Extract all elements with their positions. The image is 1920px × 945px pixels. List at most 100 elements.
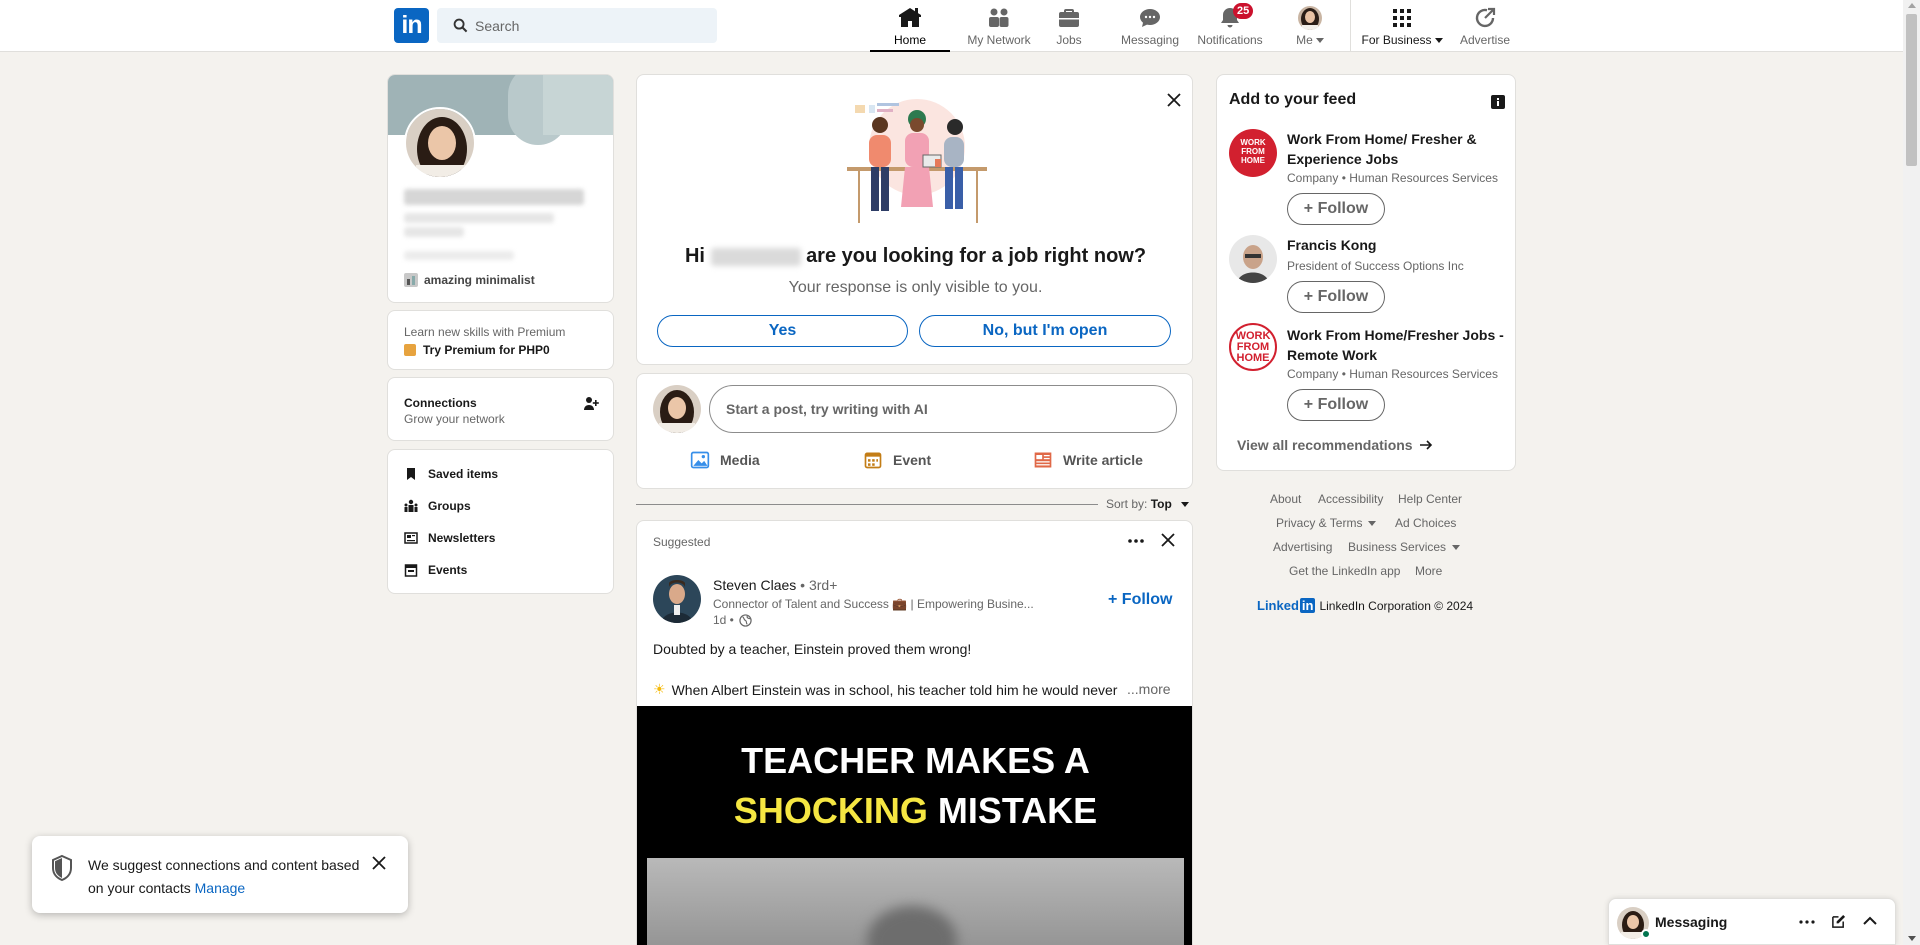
video-caption-highlight: SHOCKING [733,790,928,831]
sort-by-dropdown[interactable]: Sort by: Top [1106,497,1190,511]
linkedin-logo[interactable]: in [394,8,429,43]
author-photo [653,575,701,623]
add-person-icon[interactable] [583,396,599,412]
footer-copyright: Linked in LinkedIn Corporation © 2024 [1257,598,1473,613]
newsletters-link[interactable]: Newsletters [404,531,495,545]
follow-button[interactable]: + Follow [1287,281,1385,313]
francis-kong-avatar[interactable] [1229,235,1277,283]
footer-help-center-link[interactable]: Help Center [1398,492,1462,506]
nav-divider [1350,0,1351,52]
view-all-recommendations-link[interactable]: View all recommendations [1237,437,1433,453]
home-icon [899,8,921,27]
scrollbar-thumb[interactable] [1906,14,1917,166]
vertical-scrollbar[interactable] [1903,0,1920,945]
nav-me[interactable]: Me [1286,0,1334,52]
top-nav-bar: in Home My Network Jobs Messaging 25 Not… [0,0,1903,52]
scroll-down-arrow[interactable] [1908,936,1916,941]
try-premium-link[interactable]: Try Premium for PHP0 [404,343,550,357]
globe-icon [739,613,752,627]
notifications-badge: 25 [1233,3,1254,19]
linkedin-wordmark: Linked in [1257,598,1316,613]
premium-promo-text: Learn new skills with Premium [404,325,566,339]
footer-get-app-link[interactable]: Get the LinkedIn app [1289,564,1400,578]
compose-icon[interactable] [1831,914,1846,929]
see-more-link[interactable]: ...more [1127,681,1171,697]
footer-accessibility-link[interactable]: Accessibility [1318,492,1383,506]
start-post-button[interactable]: Start a post, try writing with AI [709,385,1177,433]
footer-advertising-link[interactable]: Advertising [1273,540,1332,554]
write-article-label: Write article [1063,452,1143,468]
premium-icon [404,344,416,356]
nav-advertise-label: Advertise [1459,33,1511,47]
premium-card[interactable]: Learn new skills with Premium Try Premiu… [387,310,614,370]
francis-kong-photo [1229,235,1277,283]
profile-name-blurred [404,189,584,205]
banner-shape [543,75,613,135]
nav-my-network[interactable]: My Network [955,0,1043,52]
composer-avatar[interactable] [653,385,701,433]
post-video[interactable]: TEACHER MAKES A SHOCKING MISTAKE [637,706,1192,945]
author-name[interactable]: Steven Claes [713,577,796,593]
follow-label: Follow [1317,396,1369,413]
footer-business-services-link[interactable]: Business Services [1348,540,1461,554]
follow-label: Follow [1317,288,1369,305]
post-text-line2-content: When Albert Einstein was in school, his … [671,681,1118,698]
footer-privacy-terms-link[interactable]: Privacy & Terms [1276,516,1377,530]
chevron-up-icon[interactable] [1863,916,1877,926]
job-seeking-prompt-card: Hi are you looking for a job right now? … [636,74,1193,365]
nav-advertise[interactable]: Advertise [1455,0,1515,52]
nav-for-business-text: For Business [1361,33,1432,47]
messaging-dock[interactable]: Messaging [1608,898,1896,945]
media-button[interactable]: Media [690,444,760,476]
write-article-button[interactable]: Write article [1033,444,1143,476]
more-options-icon[interactable] [1799,919,1815,925]
author-avatar[interactable] [653,575,701,623]
follow-author-button[interactable]: + Follow [1108,591,1172,609]
company-logo-wfh[interactable]: WORK FROM HOME [1229,129,1277,177]
follow-button[interactable]: + Follow [1287,193,1385,225]
follow-button[interactable]: + Follow [1287,389,1385,421]
arrow-right-icon [1419,440,1432,450]
nav-for-business[interactable]: For Business [1360,0,1444,52]
close-icon[interactable] [1167,93,1181,107]
no-but-open-button[interactable]: No, but I'm open [919,315,1171,347]
close-icon[interactable] [1161,533,1175,547]
nav-notifications-label: Notifications [1197,33,1263,47]
nav-jobs[interactable]: Jobs [1046,0,1092,52]
events-link[interactable]: Events [404,563,467,577]
manage-link[interactable]: Manage [195,880,246,896]
company-logo-wfh-remote[interactable]: WORK FROM HOME [1229,323,1277,371]
close-icon[interactable] [372,856,386,870]
profile-group-row[interactable]: amazing minimalist [404,273,535,287]
info-icon[interactable] [1491,95,1505,109]
connections-title: Connections [404,396,477,410]
footer-ad-choices-link[interactable]: Ad Choices [1395,516,1456,530]
nav-home[interactable]: Home [870,0,950,52]
feed-item-name[interactable]: Work From Home/Fresher Jobs - Remote Wor… [1287,325,1507,365]
saved-items-link[interactable]: Saved items [404,467,498,481]
search-input[interactable] [475,8,705,43]
connections-card[interactable]: Connections Grow your network [387,377,614,441]
feed-item-name[interactable]: Work From Home/ Fresher & Experience Job… [1287,129,1507,169]
briefcase-icon [1059,9,1079,27]
sun-emoji-icon: ☀ [653,681,666,697]
more-options-icon[interactable] [1127,536,1145,546]
advertise-icon [1475,7,1496,28]
search-box[interactable] [437,8,717,43]
nav-jobs-label: Jobs [1056,33,1082,47]
footer-more-link[interactable]: More [1415,564,1442,578]
nav-messaging[interactable]: Messaging [1116,0,1184,52]
groups-link[interactable]: Groups [404,499,471,513]
yes-button[interactable]: Yes [657,315,908,347]
feed-item-name[interactable]: Francis Kong [1287,237,1376,253]
wordmark-text: Linked [1257,598,1299,613]
online-status-dot [1641,929,1651,939]
job-question-text: are you looking for a job right now? [806,245,1147,267]
scroll-up-arrow[interactable] [1908,3,1916,8]
profile-avatar[interactable] [404,107,476,179]
greeting-prefix: Hi [684,245,705,267]
footer-about-link[interactable]: About [1270,492,1301,506]
connections-subtitle: Grow your network [404,412,505,426]
event-button[interactable]: Event [863,444,931,476]
nav-notifications[interactable]: 25 Notifications [1192,0,1268,52]
